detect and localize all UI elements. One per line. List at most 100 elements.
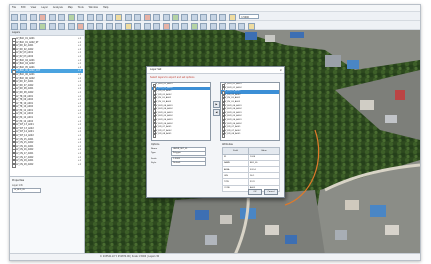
erase-icon[interactable] [162, 22, 170, 30]
menu-map[interactable]: Map [68, 6, 73, 9]
select-icon[interactable] [77, 13, 85, 21]
symbol-icon[interactable] [181, 22, 189, 30]
item-checkbox[interactable] [152, 134, 157, 138]
menu-edit[interactable]: Edit [21, 6, 26, 9]
table-icon[interactable] [190, 13, 198, 21]
settings-icon[interactable] [228, 13, 236, 21]
print-icon[interactable] [134, 13, 142, 21]
layer-name: LV_PK_11_A001 [16, 108, 33, 112]
layer-name: LV_RV_03_A002 [16, 54, 34, 58]
menu-tools[interactable]: Tools [78, 6, 84, 9]
layer-name: LV_RD_08_A001 [16, 87, 34, 91]
move-right-icon[interactable]: ▶ [213, 101, 220, 108]
item-label: LV_BLD_06_A001 [155, 118, 173, 121]
layer-name: LV_RD_02_A001 [16, 44, 34, 48]
bookmark-icon[interactable] [247, 22, 255, 30]
menu-help[interactable]: Help [103, 6, 108, 9]
import-icon[interactable] [219, 13, 227, 21]
layer-name: LV_TR_10_A002 [16, 105, 34, 109]
layer-name: LV_BLD_04_A002 [16, 62, 35, 66]
scale-icon[interactable] [67, 22, 75, 30]
ok-button[interactable]: OK [248, 189, 263, 195]
zoom-out-icon[interactable] [105, 13, 113, 21]
move-icon[interactable] [48, 22, 56, 30]
dialog-buttons: OK Cancel [247, 189, 278, 195]
search-icon[interactable] [209, 22, 217, 30]
menu-file[interactable]: File [12, 6, 16, 9]
map-icon[interactable] [238, 22, 246, 30]
paste-icon[interactable] [96, 22, 104, 30]
zoom-in-icon[interactable] [96, 13, 104, 21]
add-layer-icon[interactable] [67, 13, 75, 21]
clip-icon[interactable] [134, 22, 142, 30]
layer-checkbox[interactable] [12, 163, 16, 168]
intersect-icon[interactable] [153, 22, 161, 30]
cut-icon[interactable] [77, 22, 85, 30]
refresh-icon[interactable] [171, 13, 179, 21]
delete-icon[interactable] [39, 13, 47, 21]
measure-icon[interactable] [115, 13, 123, 21]
layer-row[interactable]: LV_CN_18_A002 +1 [11, 163, 83, 168]
identify-icon[interactable] [124, 13, 132, 21]
snap-icon[interactable] [162, 13, 170, 21]
item-label: LV_RD_07_A002 [224, 129, 241, 132]
item-label: LV_RV_03_A001 [224, 97, 241, 100]
scale-combo[interactable]: 1:5000 [239, 13, 260, 19]
item-label: LV_RV_03_A002 [155, 100, 172, 103]
open-icon[interactable] [20, 13, 28, 21]
union-icon[interactable] [143, 22, 151, 30]
move-left-icon[interactable]: ◀ [213, 109, 220, 116]
export-icon[interactable] [209, 13, 217, 21]
item-checkbox[interactable] [221, 134, 226, 138]
layer-name: LV_WT_13_A001 [16, 123, 34, 127]
layer-name: LV_RD_07_A001 [16, 80, 34, 84]
dialog-heading: Select layers to export and set options [150, 76, 195, 79]
draw-point-icon[interactable] [11, 22, 18, 30]
layer-name: LV_WT_14_A002 [16, 134, 34, 138]
buffer-icon[interactable] [124, 22, 132, 30]
list-item[interactable]: LV_RD_08_A001 [152, 133, 210, 138]
vertex-icon[interactable] [39, 22, 47, 30]
grid-icon[interactable] [153, 13, 161, 21]
layer-name: LV_BLD_06_A002 [16, 76, 35, 80]
table-cell: CODE [222, 184, 249, 192]
type-select[interactable]: Polygon [171, 151, 206, 157]
properties-field[interactable]: LV_BLD_05 [12, 188, 41, 193]
split-icon[interactable] [115, 22, 123, 30]
attribute-table[interactable]: Field Value ID 1024 NAME BLD_05 AREA 532.4 LEN… [222, 147, 281, 192]
layer-name: LV_CN_17_A001 [16, 152, 34, 155]
rotate-icon[interactable] [58, 22, 66, 30]
pan-icon[interactable] [86, 13, 94, 21]
redo-icon[interactable] [58, 13, 66, 21]
menu-analysis[interactable]: Analysis [53, 6, 63, 9]
menu-window[interactable]: Window [89, 6, 98, 9]
menu-layer[interactable]: Layer [41, 6, 48, 9]
info-icon[interactable] [200, 22, 208, 30]
list-icon[interactable] [228, 22, 236, 30]
new-icon[interactable] [11, 13, 18, 21]
style-select[interactable]: Default [171, 161, 206, 167]
filter-icon[interactable] [219, 22, 227, 30]
available-layer-list[interactable]: LV_BLD_01_A001 LV_BLD_01_A002 LV_RD_02_A00… [151, 82, 211, 141]
label-icon[interactable] [171, 22, 179, 30]
dialog-options: Options Name LAYER_SET_01 Type Polygon S… [151, 143, 281, 195]
menu-view[interactable]: View [31, 6, 37, 9]
item-label: LV_BLD_05_A002 [155, 115, 173, 118]
draw-line-icon[interactable] [20, 22, 28, 30]
cancel-button[interactable]: Cancel [264, 189, 278, 195]
option-row-type: Type Polygon [151, 151, 215, 157]
save-icon[interactable] [29, 13, 37, 21]
layer-list[interactable]: LV_BLD_01_A001 +1 LV_BLD_01_A002_ST +1 LV_RD… [11, 37, 83, 173]
item-label: LV_RD_02_A002 [224, 93, 241, 96]
close-icon[interactable]: × [279, 67, 282, 73]
check-icon[interactable] [190, 22, 198, 30]
selected-layer-list[interactable]: LV_BLD_01_A001 LV_BLD_01_A002 LV_RD_02_A00… [220, 82, 280, 141]
copy-icon[interactable] [86, 22, 94, 30]
layer-icon[interactable] [181, 13, 189, 21]
undo-icon[interactable] [48, 13, 56, 21]
merge-icon[interactable] [105, 22, 113, 30]
list-item[interactable]: LV_RD_08_A001 [221, 133, 279, 138]
draw-polygon-icon[interactable] [29, 22, 37, 30]
stop-icon[interactable] [143, 13, 151, 21]
chart-icon[interactable] [200, 13, 208, 21]
